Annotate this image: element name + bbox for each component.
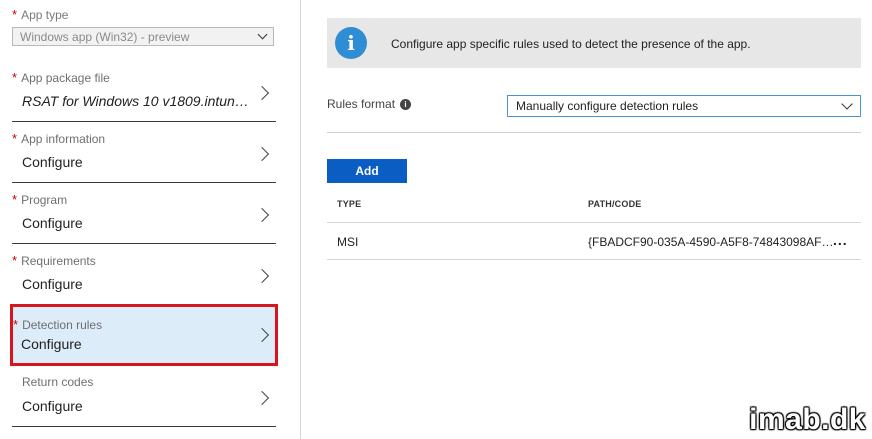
rules-format-label: Rules format i [327,97,412,111]
nav-item-title: * Program [12,192,68,207]
nav-item-value: Configure [21,336,82,352]
required-mark: * [12,253,18,268]
info-tooltip-icon[interactable]: i [400,99,412,111]
chevron-down-icon [841,98,853,110]
table-header-divider [327,222,861,223]
rules-format-select[interactable]: Manually configure detection rules [507,95,861,117]
chevron-right-icon [254,390,270,406]
column-header-path-code: PATH/CODE [588,199,642,209]
rules-format-value: Manually configure detection rules [516,99,699,113]
chevron-down-icon [257,29,268,40]
info-text: Configure app specific rules used to det… [391,37,751,51]
info-banner: i Configure app specific rules used to d… [327,18,861,68]
required-mark: * [12,70,18,85]
nav-item-value: Configure [22,276,83,292]
nav-item-detection-rules[interactable]: * Detection rules Configure [10,304,278,366]
detection-rules-blade: i Configure app specific rules used to d… [301,0,872,439]
watermark: imab.dk [749,403,866,436]
app-type-field: * App type Windows app (Win32) - preview [12,6,276,46]
more-options-icon[interactable]: ... [833,232,848,248]
nav-item-value: RSAT for Windows 10 v1809.intun… [22,93,249,109]
chevron-right-icon [254,327,270,343]
nav-item-value: Configure [22,215,83,231]
required-mark: * [13,317,19,332]
required-mark: * [12,192,18,207]
app-type-select: Windows app (Win32) - preview [12,27,274,46]
left-blade: * App type Windows app (Win32) - preview … [0,0,301,439]
nav-item-value: Configure [22,398,83,414]
column-header-type: TYPE [337,199,362,209]
chevron-right-icon [254,268,270,284]
nav-item-title: * Requirements [12,253,96,268]
table-row-divider [327,259,861,260]
info-icon: i [335,27,367,59]
chevron-right-icon [254,146,270,162]
nav-item-requirements[interactable]: * Requirements Configure [12,245,276,305]
nav-item-return-codes[interactable]: Return codes Configure [12,367,276,427]
nav-item-program[interactable]: * Program Configure [12,184,276,244]
required-mark: * [12,7,18,22]
chevron-right-icon [254,207,270,223]
nav-item-title: * Detection rules [13,317,103,332]
app-type-label: App type [21,8,69,22]
nav-item-title: * App information [12,131,106,146]
nav-item-value: Configure [22,154,83,170]
rule-path-cell: {FBADCF90-035A-4590-A5F8-74843098AF… [588,235,834,249]
required-mark: * [12,131,18,146]
chevron-right-icon [254,85,270,101]
add-button[interactable]: Add [327,159,407,183]
nav-item-app-package-file[interactable]: * App package file RSAT for Windows 10 v1… [12,62,276,122]
nav-item-title: * App package file [12,70,110,85]
rule-type-cell: MSI [337,235,359,249]
divider [327,132,861,133]
nav-item-app-information[interactable]: * App information Configure [12,123,276,183]
nav-item-title: Return codes [22,375,94,389]
app-type-value: Windows app (Win32) - preview [20,30,190,44]
